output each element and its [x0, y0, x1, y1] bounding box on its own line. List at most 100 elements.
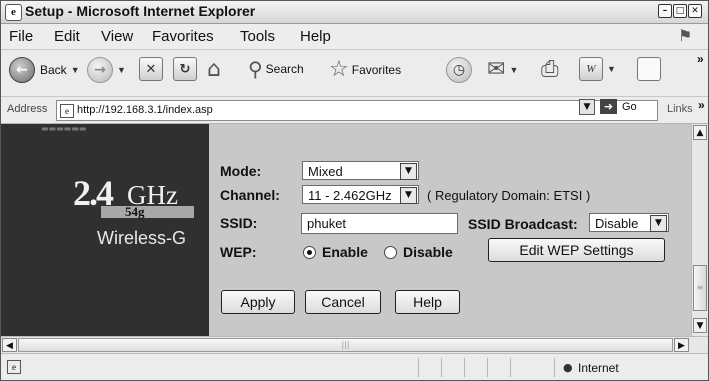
wep-disable-label: Disable — [403, 244, 453, 260]
mail-icon: ✉ — [487, 57, 506, 82]
mode-value: Mixed — [308, 164, 343, 179]
history-button[interactable]: ◷ — [446, 57, 472, 83]
print-icon: ⎙ — [541, 57, 559, 82]
menu-edit[interactable]: Edit — [54, 28, 80, 45]
scroll-up-icon[interactable]: ▲ — [693, 125, 707, 140]
forward-dropdown-icon: ▼ — [117, 65, 126, 75]
edit-wep-settings-button[interactable]: Edit WEP Settings — [488, 238, 665, 262]
channel-select[interactable]: 11 - 2.462GHz ▼ — [302, 185, 419, 204]
cancel-button[interactable]: Cancel — [305, 290, 381, 314]
home-icon: ⌂ — [207, 57, 221, 82]
menu-help[interactable]: Help — [300, 28, 331, 45]
ssid-label: SSID: — [220, 215, 258, 231]
brand-panel: ▬▬▬▬▬▬ 2.4 GHz 54g Wireless-G — [1, 124, 209, 336]
wep-enable-label: Enable — [322, 244, 368, 260]
history-icon: ◷ — [446, 57, 472, 83]
menu-favorites[interactable]: Favorites — [152, 28, 214, 45]
scroll-left-icon[interactable]: ◀ — [2, 338, 17, 352]
go-arrow-icon: ➜ — [600, 99, 617, 114]
vertical-scroll-thumb[interactable]: ≡ — [693, 265, 707, 311]
regulatory-domain-note: ( Regulatory Domain: ETSI ) — [427, 188, 591, 203]
wep-label: WEP: — [220, 244, 257, 260]
internet-globe-icon: ● — [563, 361, 573, 374]
back-label: Back — [40, 63, 67, 77]
scroll-down-icon[interactable]: ▼ — [693, 318, 707, 333]
go-button[interactable]: ➜ Go — [600, 99, 637, 114]
page-icon: e — [60, 104, 74, 118]
address-bar: Address e http://192.168.3.1/index.asp ▼… — [1, 97, 708, 124]
security-zone: Internet — [578, 361, 619, 375]
back-dropdown-icon: ▼ — [70, 65, 80, 75]
status-divider — [554, 358, 555, 377]
back-arrow-icon: ← — [9, 57, 35, 83]
internet-explorer-icon: e — [5, 4, 22, 21]
chevron-down-icon: ▼ — [400, 187, 417, 204]
discuss-button[interactable] — [637, 57, 661, 81]
go-label: Go — [622, 100, 637, 113]
menu-view[interactable]: View — [101, 28, 133, 45]
menu-tools[interactable]: Tools — [240, 28, 275, 45]
print-button[interactable]: ⎙ — [541, 57, 559, 82]
back-button[interactable]: ← Back ▼ — [9, 57, 80, 83]
page-content: ▬▬▬▬▬▬ 2.4 GHz 54g Wireless-G Mode: Mixe… — [1, 124, 691, 336]
chevron-down-icon: ▼ — [650, 215, 667, 232]
channel-label: Channel: — [220, 187, 280, 203]
horizontal-scrollbar[interactable]: ◀ ||| ▶ — [1, 336, 708, 353]
wep-enable-radio[interactable]: Enable — [303, 244, 368, 260]
wep-disable-radio[interactable]: Disable — [384, 244, 453, 260]
stop-icon: ✕ — [139, 57, 163, 81]
horizontal-scroll-thumb[interactable]: ||| — [18, 338, 673, 352]
brand-standard: 54g — [125, 204, 145, 219]
vertical-scrollbar[interactable]: ▲ ≡ ▼ — [691, 124, 708, 336]
scroll-right-icon[interactable]: ▶ — [674, 338, 689, 352]
status-divider — [487, 358, 488, 377]
help-button[interactable]: Help — [395, 290, 460, 314]
brand-band — [101, 206, 194, 218]
refresh-button[interactable]: ↻ — [173, 57, 197, 81]
mode-select[interactable]: Mixed ▼ — [302, 161, 419, 180]
address-dropdown-icon[interactable]: ▼ — [579, 99, 595, 115]
ssid-broadcast-label: SSID Broadcast: — [468, 216, 578, 232]
maximize-button[interactable]: □ — [673, 4, 687, 18]
toolbar: ← Back ▼ → ▼ ✕ ↻ ⌂ ⚲ Search ☆ Favorites … — [1, 50, 708, 97]
address-url: http://192.168.3.1/index.asp — [77, 104, 213, 116]
links-overflow-icon[interactable]: » — [698, 98, 705, 112]
radio-selected-icon — [303, 245, 316, 259]
links-button[interactable]: Links — [667, 103, 693, 115]
address-input[interactable]: e http://192.168.3.1/index.asp — [56, 100, 658, 121]
toolbar-overflow-icon[interactable]: » — [697, 52, 704, 66]
discuss-icon — [637, 57, 661, 81]
channel-value: 11 - 2.462GHz — [308, 188, 392, 203]
mail-button[interactable]: ✉ ▼ — [487, 57, 518, 82]
ssid-broadcast-value: Disable — [595, 216, 639, 231]
edit-dropdown-icon: ▼ — [607, 64, 616, 74]
status-divider — [510, 358, 511, 377]
word-edit-icon: W — [579, 57, 603, 81]
address-label: Address — [7, 103, 48, 115]
apply-button[interactable]: Apply — [221, 290, 295, 314]
forward-button[interactable]: → ▼ — [87, 57, 126, 83]
menu-file[interactable]: File — [9, 28, 33, 45]
forward-arrow-icon: → — [87, 57, 113, 83]
radio-unselected-icon — [384, 245, 397, 259]
search-label: Search — [265, 62, 304, 76]
search-button[interactable]: ⚲ Search — [248, 57, 304, 81]
brand-decoration: ▬▬▬▬▬▬ — [41, 124, 87, 133]
mode-label: Mode: — [220, 163, 262, 179]
status-divider — [418, 358, 419, 377]
edit-button[interactable]: W ▼ — [579, 57, 616, 81]
ssid-input[interactable]: phuket — [301, 213, 458, 234]
status-divider — [441, 358, 442, 377]
brand-product: Wireless-G — [97, 228, 186, 248]
title-bar: e Setup - Microsoft Internet Explorer – … — [1, 1, 708, 24]
ssid-broadcast-select[interactable]: Disable ▼ — [589, 213, 669, 232]
home-button[interactable]: ⌂ — [207, 57, 221, 82]
menu-bar: File Edit View Favorites Tools Help ⚑ — [1, 24, 708, 50]
favorites-button[interactable]: ☆ Favorites — [329, 57, 401, 82]
stop-button[interactable]: ✕ — [139, 57, 163, 81]
mail-dropdown-icon: ▼ — [509, 64, 519, 75]
chevron-down-icon: ▼ — [400, 163, 417, 180]
close-button[interactable]: ✕ — [688, 4, 702, 18]
minimize-button[interactable]: – — [658, 4, 672, 18]
favorites-label: Favorites — [351, 62, 402, 77]
